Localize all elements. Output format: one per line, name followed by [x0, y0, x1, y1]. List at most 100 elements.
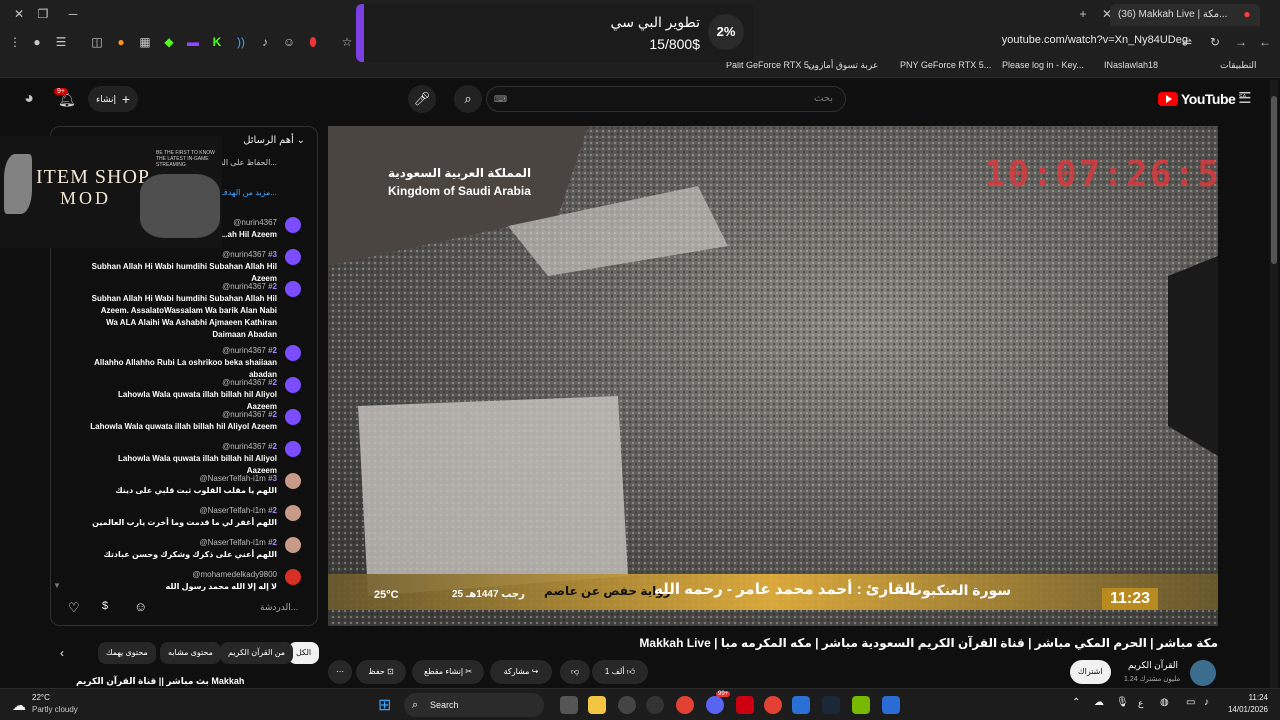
scroll-down-icon[interactable]: ▼ [53, 581, 61, 590]
volume-tray-icon[interactable]: ♪ [1204, 697, 1209, 708]
windows-start-icon[interactable]: ⊞ [378, 695, 391, 715]
url-field[interactable]: youtube.com/watch?v=Xn_Ny84UDeg [1002, 34, 1188, 46]
subscribe-button[interactable]: اشتراك [1070, 660, 1111, 684]
forward-icon[interactable]: → [1234, 35, 1248, 49]
keyboard-icon[interactable]: ⌨ [494, 94, 507, 105]
chat-username[interactable]: @NaserTelfah-i1m [199, 538, 265, 547]
taskbar-search[interactable]: ⌕ Search [404, 693, 544, 717]
channel-avatar[interactable] [1190, 660, 1216, 686]
chat-avatar[interactable] [285, 377, 301, 393]
language-indicator[interactable]: ع [1138, 698, 1143, 709]
profile-icon[interactable]: ● [30, 35, 44, 49]
like-button[interactable]: 1 ألف 👍︎ [592, 660, 648, 684]
youtube-logo[interactable]: YouTube SA [1158, 90, 1247, 107]
scrollbar-thumb[interactable] [1271, 96, 1277, 264]
chat-username[interactable]: @nurin4367 [222, 378, 266, 387]
voice-search-icon[interactable]: 🎤︎ [408, 85, 436, 113]
bookmark-apps[interactable]: التطبيقات [1220, 60, 1257, 71]
chat-mode-selector[interactable]: أهم الرسائل ⌄ [243, 135, 305, 146]
chat-avatar[interactable] [285, 505, 301, 521]
volume-icon[interactable]: ♪ [258, 35, 272, 49]
extension-grid-icon[interactable]: ▦ [138, 35, 152, 49]
menu-dots-icon[interactable]: ⋮ [8, 35, 22, 49]
bookmark-star-icon[interactable]: ☆ [340, 35, 354, 49]
extension-orange-icon[interactable]: ● [114, 35, 128, 49]
save-button[interactable]: حفظ ⊡ [356, 660, 406, 684]
chat-username[interactable]: @NaserTelfah-i1m [199, 474, 265, 483]
bookmark-item[interactable]: INaslawlah18 [1104, 60, 1158, 70]
search-button[interactable]: ⌕ [454, 85, 482, 113]
site-settings-icon[interactable]: ⇌ [1180, 35, 1194, 49]
chat-username[interactable]: @nurin4367 [222, 282, 266, 291]
app-red-icon[interactable] [736, 696, 754, 714]
globe-icon[interactable]: ◍ [1160, 697, 1169, 708]
chat-avatar[interactable] [285, 569, 301, 585]
share-button[interactable]: مشاركة ↪ [490, 660, 552, 684]
reload-icon[interactable]: ↻ [1208, 35, 1222, 49]
network-icon[interactable]: ▭ [1186, 697, 1195, 708]
app-blue-icon[interactable] [882, 696, 900, 714]
app-icon[interactable] [618, 696, 636, 714]
chrome-icon-2[interactable] [764, 696, 782, 714]
restore-window-icon[interactable]: ❐ [36, 7, 50, 21]
extension-purple-icon[interactable]: ▬ [186, 35, 200, 49]
nvidia-icon[interactable] [852, 696, 870, 714]
minimize-window-icon[interactable]: ─ [66, 7, 80, 21]
heart-icon[interactable]: ♡ [68, 600, 80, 616]
new-tab-icon[interactable]: + [1076, 7, 1090, 21]
bookmark-item[interactable]: PNY GeForce RTX 5... [900, 60, 991, 70]
chat-username[interactable]: @nurin4367 [222, 250, 266, 259]
chat-avatar[interactable] [285, 473, 301, 489]
active-tab[interactable]: (36) Makkah Live | مكة... [1110, 4, 1260, 26]
chat-username[interactable]: @nurin4367 [222, 410, 266, 419]
back-icon[interactable]: ← [1258, 35, 1272, 49]
chat-avatar[interactable] [285, 217, 301, 233]
more-actions-icon[interactable]: ⋯ [328, 660, 352, 684]
tray-chevron-icon[interactable]: ⌃ [1072, 697, 1080, 708]
chat-input[interactable]: الدردشة... [260, 602, 298, 613]
settings-gear-icon[interactable] [646, 696, 664, 714]
create-button[interactable]: إنشاء + [88, 86, 138, 112]
tray-app-icon[interactable]: ☁ [1094, 697, 1104, 708]
chat-username[interactable]: @nurin4367 [222, 442, 266, 451]
chrome-icon[interactable] [676, 696, 694, 714]
extension-face-icon[interactable]: ☺ [282, 35, 296, 49]
hamburger-menu-icon[interactable]: ☰ [1238, 91, 1252, 106]
bookmark-item[interactable]: Please log in - Key... [1002, 60, 1084, 70]
chat-avatar[interactable] [285, 345, 301, 361]
page-scrollbar[interactable] [1270, 80, 1278, 688]
extension-shield-icon[interactable]: ⬮ [306, 35, 320, 49]
file-explorer-icon[interactable] [588, 696, 606, 714]
task-view-icon[interactable] [560, 696, 578, 714]
discord-icon[interactable] [706, 696, 724, 714]
weather-icon[interactable]: ☁ [12, 697, 26, 714]
chat-avatar[interactable] [285, 441, 301, 457]
chevron-left-icon[interactable]: ‹ [60, 646, 64, 660]
close-window-icon[interactable]: ✕ [12, 7, 26, 21]
chat-username[interactable]: @nurin4367 [233, 218, 277, 227]
super-chat-icon[interactable]: $ [102, 600, 108, 612]
avatar[interactable]: ◕ [22, 91, 36, 107]
video-player[interactable]: المملكة العربية السعودية Kingdom of Saud… [328, 126, 1218, 626]
clock-date[interactable]: 14/01/2026 [1220, 705, 1268, 714]
more-link[interactable]: مزيد من الهدف... [220, 187, 277, 199]
bookmark-item[interactable]: عربة تسوق أمازون [808, 60, 878, 71]
extension-green-icon[interactable]: ◆ [162, 35, 176, 49]
chat-avatar[interactable] [285, 281, 301, 297]
chip-interest[interactable]: محتوى يهمك [98, 642, 156, 664]
kick-icon[interactable]: K [210, 35, 224, 49]
chat-username[interactable]: @NaserTelfah-i1m [199, 506, 265, 515]
microphone-icon[interactable]: 🎙︎ [1116, 697, 1129, 708]
chat-avatar[interactable] [285, 537, 301, 553]
steam-icon[interactable] [822, 696, 840, 714]
search-input[interactable]: بحث [486, 86, 846, 112]
weather-temp[interactable]: 22°C [32, 693, 50, 702]
channel-name[interactable]: القرآن الكريم [1128, 660, 1178, 671]
vscode-icon[interactable] [792, 696, 810, 714]
chip-similar[interactable]: محتوى مشابه [160, 642, 221, 664]
chip-quran[interactable]: من القرآن الكريم [220, 642, 294, 664]
clip-button[interactable]: إنشاء مقطع ✂ [412, 660, 484, 684]
extension-waves-icon[interactable]: )) [234, 35, 248, 49]
chat-username[interactable]: @mohamedelkady9800 [192, 570, 277, 579]
extensions-puzzle-icon[interactable]: ◫ [90, 35, 104, 49]
